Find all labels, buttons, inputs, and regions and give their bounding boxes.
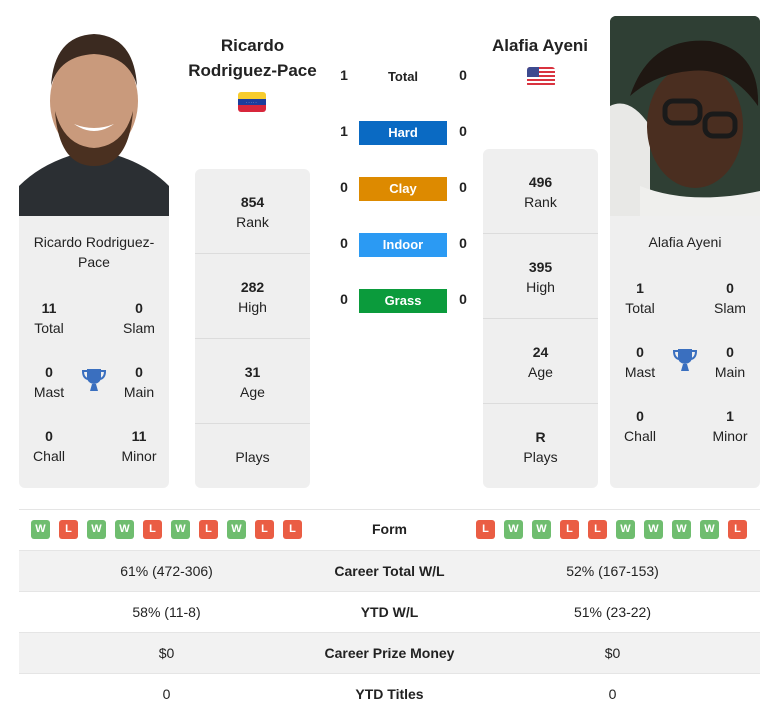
usa-flag-icon <box>527 67 555 87</box>
player2-form-badge-win[interactable]: W <box>532 520 551 539</box>
h2h-indoor-p2: 0 <box>459 235 467 251</box>
player2-form-badge-win[interactable]: W <box>616 520 635 539</box>
trophy-icon <box>672 347 698 373</box>
player1-titles-slam: 0 Slam <box>123 300 155 336</box>
player2-card-name: Alafia Ayeni <box>648 234 722 250</box>
player1-titles-mast: 0 Mast <box>33 364 65 400</box>
player2-form-badge-loss[interactable]: L <box>728 520 747 539</box>
h2h-grass-p2: 0 <box>459 291 467 307</box>
player2-form-badge-win[interactable]: W <box>504 520 523 539</box>
ytd-wl-label: YTD W/L <box>360 604 419 620</box>
player1-career-wl: 61% (472-306) <box>120 563 213 579</box>
player1-titles-total: 11 Total <box>34 300 64 336</box>
player2-form-badge-win[interactable]: W <box>644 520 663 539</box>
stats-row-ytd-titles: 0 YTD Titles 0 <box>19 673 760 715</box>
stats-row-ytd-wl: 58% (11-8) YTD W/L 51% (23-22) <box>19 591 760 633</box>
form-row: WLWWLWLWLL Form LWWLLWWWWL <box>19 509 760 550</box>
player2-titles-chall: 0 Chall <box>624 408 656 444</box>
h2h-indoor-p1: 0 <box>340 235 348 251</box>
player1-prize-money: $0 <box>158 645 175 661</box>
player1-plays: Plays <box>235 449 270 465</box>
surface-indoor-badge[interactable]: Indoor <box>359 233 447 257</box>
player2-titles-total: 1 Total <box>625 280 655 316</box>
h2h-total-label: Total <box>387 69 419 84</box>
surface-grass-badge[interactable]: Grass <box>359 289 447 313</box>
h2h-hard-p1: 1 <box>340 123 348 139</box>
player2-form-badge-win[interactable]: W <box>700 520 719 539</box>
ytd-titles-label: YTD Titles <box>355 686 424 702</box>
player1-ytd-titles: 0 <box>162 686 171 702</box>
player2-form-badge-loss[interactable]: L <box>588 520 607 539</box>
player2-card: Alafia Ayeni 1 Total 0 Slam 0 Mast 0 Main 0C… <box>610 216 760 488</box>
player1-name[interactable]: Ricardo Rodriguez-Pace <box>180 33 325 83</box>
player1-titles-chall: 0 Chall <box>33 428 65 464</box>
trophy-icon <box>81 367 107 393</box>
player2-form-badge-loss[interactable]: L <box>560 520 579 539</box>
player1-rank: 854 Rank <box>195 169 310 254</box>
player1-titles-minor: 11 Minor <box>121 428 157 464</box>
player2-rank-panel: 496 Rank 395 High 24 Age R Plays <box>483 149 598 488</box>
surface-hard-badge[interactable]: Hard <box>359 121 447 145</box>
player1-card-name: Ricardo Rodriguez-Pace <box>33 234 155 270</box>
h2h-hard-p2: 0 <box>459 123 467 139</box>
career-wl-label: Career Total W/L <box>334 563 445 579</box>
venezuela-flag-icon: ····· <box>238 92 266 112</box>
player2-titles-main: 0 Main <box>714 344 746 380</box>
stats-row-prize-money: $0 Career Prize Money $0 <box>19 632 760 674</box>
player2-ytd-wl: 51% (23-22) <box>573 604 652 620</box>
player2-ytd-titles: 0 <box>608 686 617 702</box>
h2h-clay-p1: 0 <box>340 179 348 195</box>
player2-titles-slam: 0 Slam <box>714 280 746 316</box>
player1-titles-main: 0 Main <box>123 364 155 400</box>
player2-form-badge-loss[interactable]: L <box>476 520 495 539</box>
h2h-total-p2: 0 <box>459 67 467 83</box>
player2-career-wl: 52% (167-153) <box>566 563 659 579</box>
player2-photo <box>610 16 760 216</box>
player2-titles-mast: 0 Mast <box>624 344 656 380</box>
player2-name[interactable]: Alafia Ayeni <box>470 33 610 58</box>
h2h-clay-p2: 0 <box>459 179 467 195</box>
player1-rank-panel: 854 Rank 282 High 31 Age Plays <box>195 169 310 488</box>
player2-form-badge-win[interactable]: W <box>672 520 691 539</box>
player1-name-line2: Rodriguez-Pace <box>188 61 317 80</box>
surface-clay-badge[interactable]: Clay <box>359 177 447 201</box>
stats-row-career-wl: 61% (472-306) Career Total W/L 52% (167-… <box>19 550 760 592</box>
player2-titles-minor: 1 Minor <box>712 408 748 444</box>
player1-age: 31 Age <box>195 339 310 424</box>
prize-money-label: Career Prize Money <box>324 645 455 661</box>
player2-high: 395 High <box>483 234 598 319</box>
player1-high: 282 High <box>195 254 310 339</box>
player1-ytd-wl: 58% (11-8) <box>132 604 201 620</box>
player2-age: 24 Age <box>483 319 598 404</box>
player2-plays: R Plays <box>523 429 558 465</box>
h2h-grass-p1: 0 <box>340 291 348 307</box>
player2-rank: 496 Rank <box>483 149 598 234</box>
player1-name-line1: Ricardo <box>220 36 285 55</box>
player1-photo <box>19 16 169 216</box>
player2-prize-money: $0 <box>604 645 621 661</box>
h2h-total-p1: 1 <box>340 67 348 83</box>
player1-card: Ricardo Rodriguez-Pace 11 Total 0 Slam 0 Ma… <box>19 216 169 488</box>
